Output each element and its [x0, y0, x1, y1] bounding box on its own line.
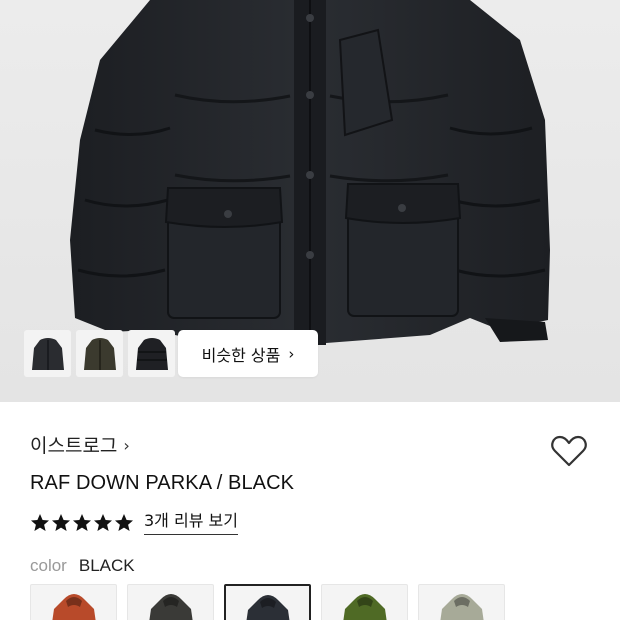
brand-name: 이스트로그 — [30, 435, 118, 457]
jacket-swatch-icon — [246, 595, 289, 620]
thumbnail-1[interactable] — [24, 330, 71, 377]
chevron-right-icon: › — [123, 435, 130, 455]
jacket-swatch-icon — [342, 594, 387, 620]
product-title: RAF DOWN PARKA / BLACK — [30, 472, 295, 494]
star-icon — [94, 514, 112, 531]
jacket-thumbnail-icon — [31, 337, 64, 370]
similar-products-label: 비슷한 상품 — [201, 345, 281, 365]
jacket-thumbnail-icon — [135, 337, 168, 370]
brand-link[interactable]: 이스트로그 › — [30, 431, 130, 458]
jacket-swatch-icon — [51, 594, 96, 620]
color-swatch-black[interactable] — [224, 584, 311, 620]
jacket-swatch-icon — [148, 594, 193, 620]
jacket-thumbnail-icon — [83, 337, 116, 370]
color-label: color — [30, 556, 67, 575]
star-icon — [115, 514, 133, 531]
jacket-swatch-icon — [439, 594, 484, 620]
color-swatch-green[interactable] — [321, 584, 408, 620]
thumbnail-strip — [24, 330, 175, 377]
star-icon — [31, 514, 49, 531]
product-image-area[interactable]: 비슷한 상품 › — [0, 0, 620, 402]
color-swatch-list — [30, 584, 505, 620]
view-reviews-link[interactable]: 3개 리뷰 보기 — [144, 511, 238, 535]
thumbnail-3[interactable] — [128, 330, 175, 377]
chevron-right-icon: › — [288, 344, 295, 363]
thumbnail-2[interactable] — [76, 330, 123, 377]
star-icon — [73, 514, 91, 531]
star-icon — [52, 514, 70, 531]
similar-products-button[interactable]: 비슷한 상품 › — [178, 330, 318, 377]
star-rating — [30, 513, 134, 533]
selected-color-value: BLACK — [78, 556, 135, 575]
color-swatch-charcoal[interactable] — [127, 584, 214, 620]
color-swatch-orange[interactable] — [30, 584, 117, 620]
heart-icon[interactable] — [550, 434, 588, 468]
color-selection-row: color BLACK — [30, 556, 135, 576]
color-swatch-sage[interactable] — [418, 584, 505, 620]
rating-row: 3개 리뷰 보기 — [30, 511, 238, 535]
